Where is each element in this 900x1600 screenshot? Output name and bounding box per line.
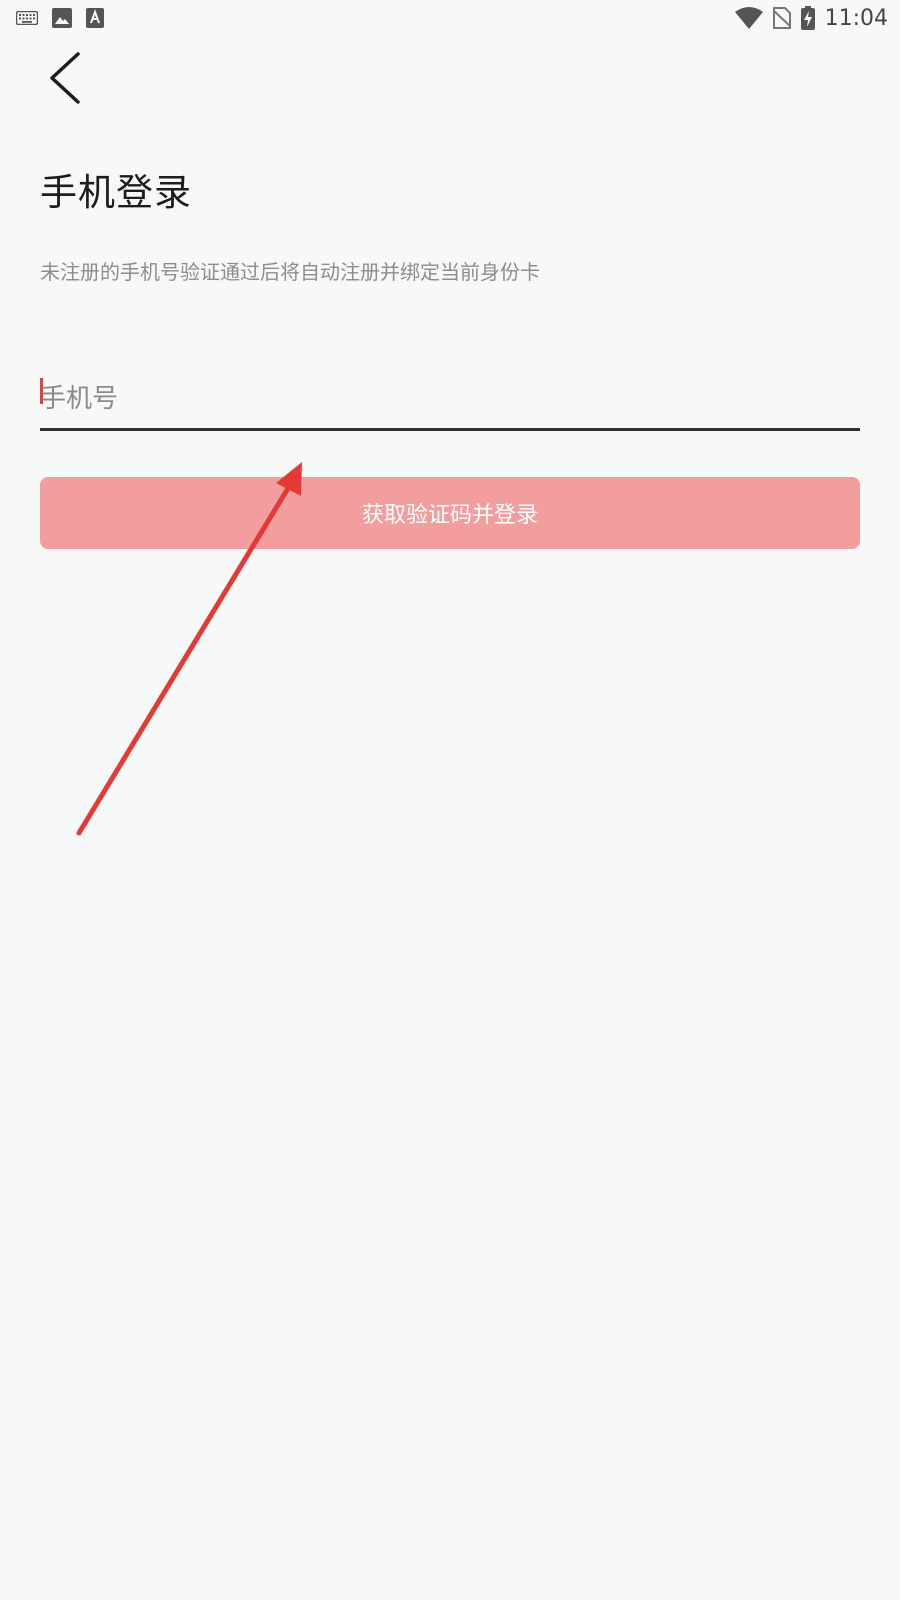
phone-field[interactable] bbox=[40, 370, 860, 431]
chevron-left-icon bbox=[50, 52, 80, 104]
battery-charging-icon bbox=[800, 6, 815, 30]
get-code-login-button[interactable]: 获取验证码并登录 bbox=[40, 477, 860, 549]
status-clock: 11:04 bbox=[824, 5, 888, 31]
status-bar-right: 11:04 bbox=[734, 4, 888, 32]
image-icon bbox=[52, 8, 72, 28]
back-button[interactable] bbox=[40, 46, 96, 110]
wifi-icon bbox=[734, 7, 763, 29]
keyboard-icon bbox=[16, 11, 38, 25]
phone-input[interactable] bbox=[40, 370, 860, 428]
page-title: 手机登录 bbox=[40, 171, 192, 214]
no-sim-icon bbox=[772, 7, 791, 29]
status-bar: 11:04 bbox=[0, 0, 900, 36]
text-cursor bbox=[40, 378, 43, 404]
status-bar-left bbox=[16, 6, 104, 30]
text-icon bbox=[86, 8, 104, 28]
annotation-arrow bbox=[76, 462, 302, 836]
page-subtitle: 未注册的手机号验证通过后将自动注册并绑定当前身份卡 bbox=[40, 260, 540, 284]
